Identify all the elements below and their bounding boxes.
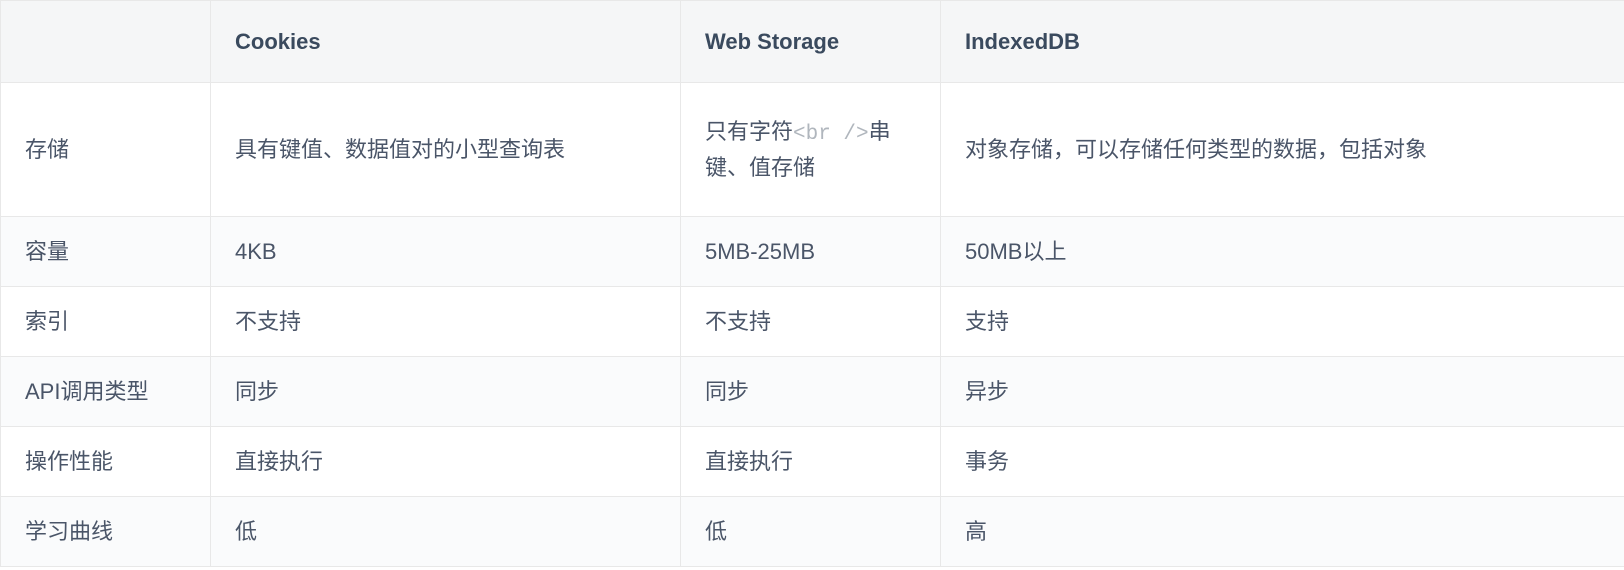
header-indexeddb: IndexedDB <box>941 1 1624 83</box>
cell-webstorage: 直接执行 <box>681 426 941 496</box>
cell-cookies: 具有键值、数据值对的小型查询表 <box>211 83 681 217</box>
cell-indexeddb: 对象存储，可以存储任何类型的数据，包括对象 <box>941 83 1624 217</box>
table-row: 学习曲线 低 低 高 <box>1 496 1624 566</box>
cell-indexeddb: 事务 <box>941 426 1624 496</box>
cell-cookies: 不支持 <box>211 286 681 356</box>
header-webstorage: Web Storage <box>681 1 941 83</box>
cell-webstorage: 只有字符<br />串键、值存储 <box>681 83 941 217</box>
table-row: API调用类型 同步 同步 异步 <box>1 356 1624 426</box>
cell-indexeddb: 支持 <box>941 286 1624 356</box>
cell-webstorage: 5MB-25MB <box>681 216 941 286</box>
row-label: 操作性能 <box>1 426 211 496</box>
row-label: 学习曲线 <box>1 496 211 566</box>
row-label: 容量 <box>1 216 211 286</box>
table-row: 索引 不支持 不支持 支持 <box>1 286 1624 356</box>
cell-indexeddb: 50MB以上 <box>941 216 1624 286</box>
header-blank <box>1 1 211 83</box>
header-cookies: Cookies <box>211 1 681 83</box>
cell-indexeddb: 高 <box>941 496 1624 566</box>
cell-cookies: 4KB <box>211 216 681 286</box>
cell-cookies: 低 <box>211 496 681 566</box>
cell-webstorage: 同步 <box>681 356 941 426</box>
code-fragment: <br /> <box>793 123 869 146</box>
cell-indexeddb: 异步 <box>941 356 1624 426</box>
row-label: API调用类型 <box>1 356 211 426</box>
table-row: 存储 具有键值、数据值对的小型查询表 只有字符<br />串键、值存储 对象存储… <box>1 83 1624 217</box>
table-row: 操作性能 直接执行 直接执行 事务 <box>1 426 1624 496</box>
table-header-row: Cookies Web Storage IndexedDB <box>1 1 1624 83</box>
cell-webstorage: 低 <box>681 496 941 566</box>
row-label: 索引 <box>1 286 211 356</box>
cell-webstorage: 不支持 <box>681 286 941 356</box>
cell-cookies: 同步 <box>211 356 681 426</box>
row-label: 存储 <box>1 83 211 217</box>
cell-cookies: 直接执行 <box>211 426 681 496</box>
text-fragment: 只有字符 <box>705 119 793 144</box>
table-row: 容量 4KB 5MB-25MB 50MB以上 <box>1 216 1624 286</box>
comparison-table: Cookies Web Storage IndexedDB 存储 具有键值、数据… <box>0 0 1624 567</box>
